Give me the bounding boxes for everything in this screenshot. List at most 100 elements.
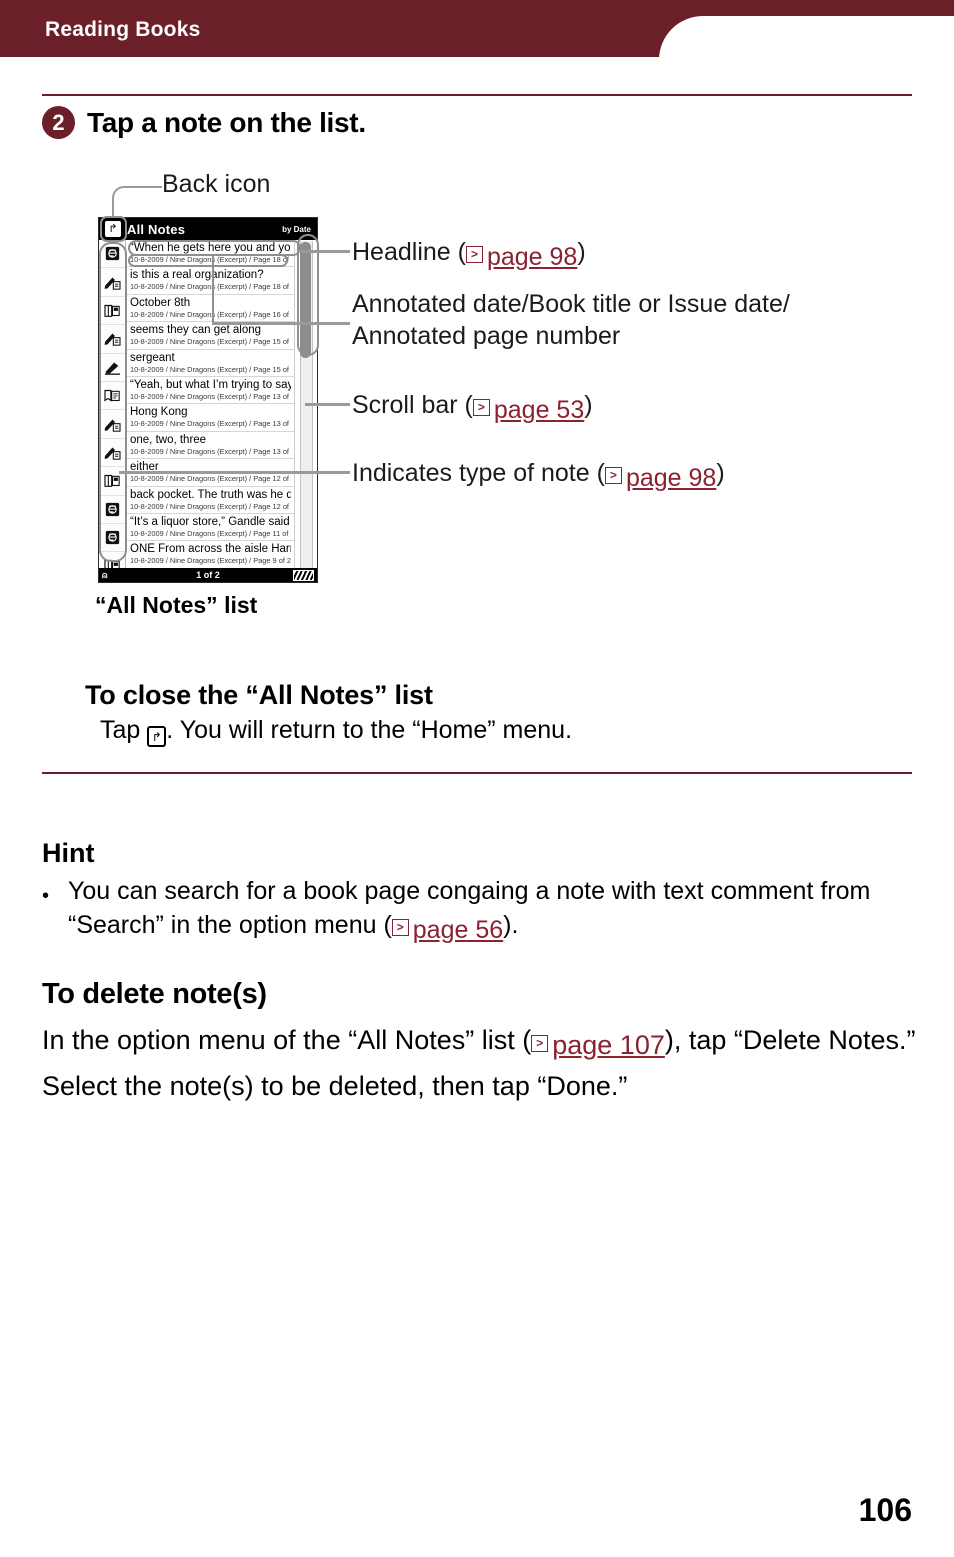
bookmark-note-icon <box>99 382 125 411</box>
hint-text-after: ). <box>503 911 519 939</box>
hint-body: • You can search for a book page congain… <box>42 874 922 947</box>
callout-notetype-suffix: ) <box>716 459 725 487</box>
note-metadata: 10-8-2009 / Nine Dragons (Excerpt) / Pag… <box>130 556 291 566</box>
callout-annotated-line1: Annotated date/Book title or Issue date/ <box>352 290 790 318</box>
note-comment-icon <box>99 496 125 524</box>
note-headline: one, two, three <box>130 433 207 446</box>
bullet-icon: • <box>42 885 50 907</box>
note-headline: back pocket. The truth was he di… <box>130 488 291 501</box>
header-corner-cutout <box>659 16 954 57</box>
note-headline: sergeant <box>130 351 175 364</box>
note-comment-icon <box>99 524 125 553</box>
note-list-item[interactable]: sergeant 10-8-2009 / Nine Dragons (Excerp… <box>126 350 294 377</box>
note-metadata: 10-8-2009 / Nine Dragons (Excerpt) / Pag… <box>130 474 291 484</box>
note-metadata: 10-8-2009 / Nine Dragons (Excerpt) / Pag… <box>130 528 291 538</box>
hint-heading: Hint <box>42 838 95 868</box>
step-heading: 2 Tap a note on the list. <box>42 106 366 139</box>
delete-text-before: In the option menu of the “All Notes” li… <box>42 1025 532 1055</box>
note-list-item[interactable]: “Yeah, but what I’m trying to say… 10-8-2… <box>126 377 294 405</box>
note-list-item[interactable]: Hong Kong 10-8-2009 / Nine Dragons (Excer… <box>126 404 294 432</box>
bookmark-page-icon <box>99 297 125 326</box>
page-ref-link[interactable]: page 107 <box>552 1025 665 1066</box>
note-list-item[interactable]: is this a real organization? 10-8-2009 / … <box>126 267 294 295</box>
note-list-item[interactable]: seems they can get along 10-8-2009 / Nine… <box>126 322 294 350</box>
note-headline: “Yeah, but what I’m trying to say… <box>130 378 291 391</box>
note-comment-icon <box>99 240 125 269</box>
page-ref-marker-icon: > <box>604 467 622 484</box>
highlight-icon <box>99 354 125 382</box>
back-icon[interactable]: ↱ <box>147 726 167 747</box>
close-text-before: Tap <box>100 716 148 744</box>
note-headline: “It’s a liquor store,” Gandle said… <box>130 515 291 528</box>
note-metadata: 10-8-2009 / Nine Dragons (Excerpt) / Pag… <box>130 255 291 264</box>
page-header: Reading Books <box>0 0 954 57</box>
page-ref-link[interactable]: page 98 <box>487 241 577 273</box>
callout-headline: Headline (> page 98) <box>352 236 586 273</box>
note-metadata: 10-8-2009 / Nine Dragons (Excerpt) / Pag… <box>130 282 291 292</box>
page-ref-link[interactable]: page 56 <box>413 913 503 947</box>
close-text-after: . You will return to the “Home” menu. <box>166 716 573 744</box>
device-status-bar: ⍝ 1 of 2 <box>99 568 317 582</box>
handwriting-icon <box>99 268 125 297</box>
note-metadata: 10-8-2009 / Nine Dragons (Excerpt) / Pag… <box>130 501 291 511</box>
header-title: Reading Books <box>45 18 201 41</box>
note-list-item[interactable]: “When he gets here you and yo… 10-8-2009 … <box>126 240 294 268</box>
page-ref-53[interactable]: > page 53 <box>472 394 584 426</box>
scrollbar-leader-line <box>305 403 350 406</box>
battery-icon <box>293 570 314 581</box>
close-section-text: Tap ↱. You will return to the “Home” men… <box>100 716 572 747</box>
step-instruction: Tap a note on the list. <box>87 106 366 138</box>
note-list-item[interactable]: one, two, three 10-8-2009 / Nine Dragons … <box>126 432 294 460</box>
notetype-leader-line <box>119 471 350 474</box>
callout-notetype: Indicates type of note (> page 98) <box>352 457 725 494</box>
note-headline: ONE From across the aisle Harr… <box>130 543 291 556</box>
page-ref-56[interactable]: > page 56 <box>391 913 503 947</box>
note-headline: Hong Kong <box>130 406 188 419</box>
scrollbar-thumb[interactable] <box>300 242 311 358</box>
section-divider <box>42 772 912 774</box>
page-ref-107[interactable]: > page 107 <box>531 1025 665 1066</box>
note-metadata: 10-8-2009 / Nine Dragons (Excerpt) / Pag… <box>130 309 291 319</box>
delete-section-text: In the option menu of the “All Notes” li… <box>42 1020 922 1107</box>
note-list-item[interactable]: ONE From across the aisle Harr… 10-8-2009… <box>126 541 294 569</box>
device-screenshot: ↱ All Notes by Date “When he gets here y… <box>98 217 318 583</box>
callout-headline-suffix: ) <box>577 238 586 266</box>
page-ref-marker-icon: > <box>465 246 483 263</box>
handwriting-icon <box>99 410 125 439</box>
top-divider <box>42 94 912 96</box>
page-ref-98b[interactable]: > page 98 <box>604 462 716 494</box>
all-notes-list[interactable]: “When he gets here you and yo… 10-8-2009 … <box>126 240 294 569</box>
page-ref-marker-icon: > <box>391 919 409 936</box>
note-headline: October 8th <box>130 296 191 309</box>
callout-headline-text: Headline ( <box>352 238 466 266</box>
note-metadata: 10-8-2009 / Nine Dragons (Excerpt) / Pag… <box>130 419 291 429</box>
callout-notetype-text: Indicates type of note ( <box>352 459 605 487</box>
back-icon[interactable]: ↱ <box>104 220 122 238</box>
note-metadata: 10-8-2009 / Nine Dragons (Excerpt) / Pag… <box>130 364 291 374</box>
note-metadata: 10-8-2009 / Nine Dragons (Excerpt) / Pag… <box>130 391 291 401</box>
note-headline: “When he gets here you and yo… <box>130 242 291 254</box>
callout-scrollbar-text: Scroll bar ( <box>352 391 473 419</box>
callout-scrollbar-suffix: ) <box>584 391 593 419</box>
step-number-badge: 2 <box>42 106 75 139</box>
note-headline: seems they can get along <box>130 324 262 337</box>
callout-annotated-line2: Annotated page number <box>352 322 621 350</box>
figure-caption: “All Notes” list <box>95 592 258 618</box>
sort-order-label[interactable]: by Date <box>282 225 311 234</box>
device-toolbar: ↱ All Notes by Date <box>99 218 317 240</box>
callout-annotated: Annotated date/Book title or Issue date/… <box>352 288 912 352</box>
close-section-heading: To close the “All Notes” list <box>85 680 433 710</box>
page-ref-link[interactable]: page 53 <box>494 394 584 426</box>
note-list-item[interactable]: “It’s a liquor store,” Gandle said… 10-8-… <box>126 514 294 542</box>
handwriting-icon <box>99 325 125 354</box>
note-type-icon-column <box>99 240 126 581</box>
note-list-item[interactable]: back pocket. The truth was he di… 10-8-20… <box>126 487 294 514</box>
note-list-item[interactable]: October 8th 10-8-2009 / Nine Dragons (Exc… <box>126 295 294 323</box>
device-body: “When he gets here you and yo… 10-8-2009 … <box>99 240 317 581</box>
page-ref-marker-icon: > <box>472 399 490 416</box>
callout-scrollbar: Scroll bar (> page 53) <box>352 389 593 426</box>
page-ref-link[interactable]: page 98 <box>626 462 716 494</box>
page-ref-98a[interactable]: > page 98 <box>465 241 577 273</box>
handwriting-icon <box>99 439 125 468</box>
hint-paragraph: You can search for a book page congaing … <box>42 874 922 947</box>
